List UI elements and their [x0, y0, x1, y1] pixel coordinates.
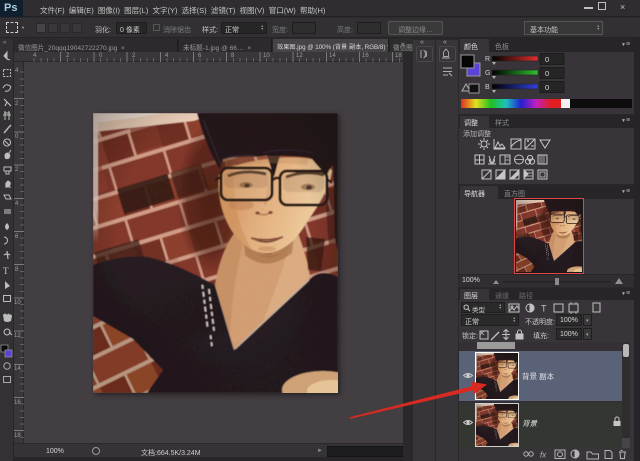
- svg-text:0: 0: [545, 83, 549, 92]
- svg-text:0: 0: [545, 55, 549, 64]
- svg-text:fx: fx: [540, 451, 547, 460]
- svg-text:T: T: [3, 266, 9, 276]
- svg-text:B: B: [485, 84, 490, 91]
- svg-text:T: T: [541, 304, 547, 314]
- svg-text:G: G: [485, 70, 490, 77]
- svg-text:R: R: [485, 56, 490, 63]
- svg-text:0: 0: [545, 69, 549, 78]
